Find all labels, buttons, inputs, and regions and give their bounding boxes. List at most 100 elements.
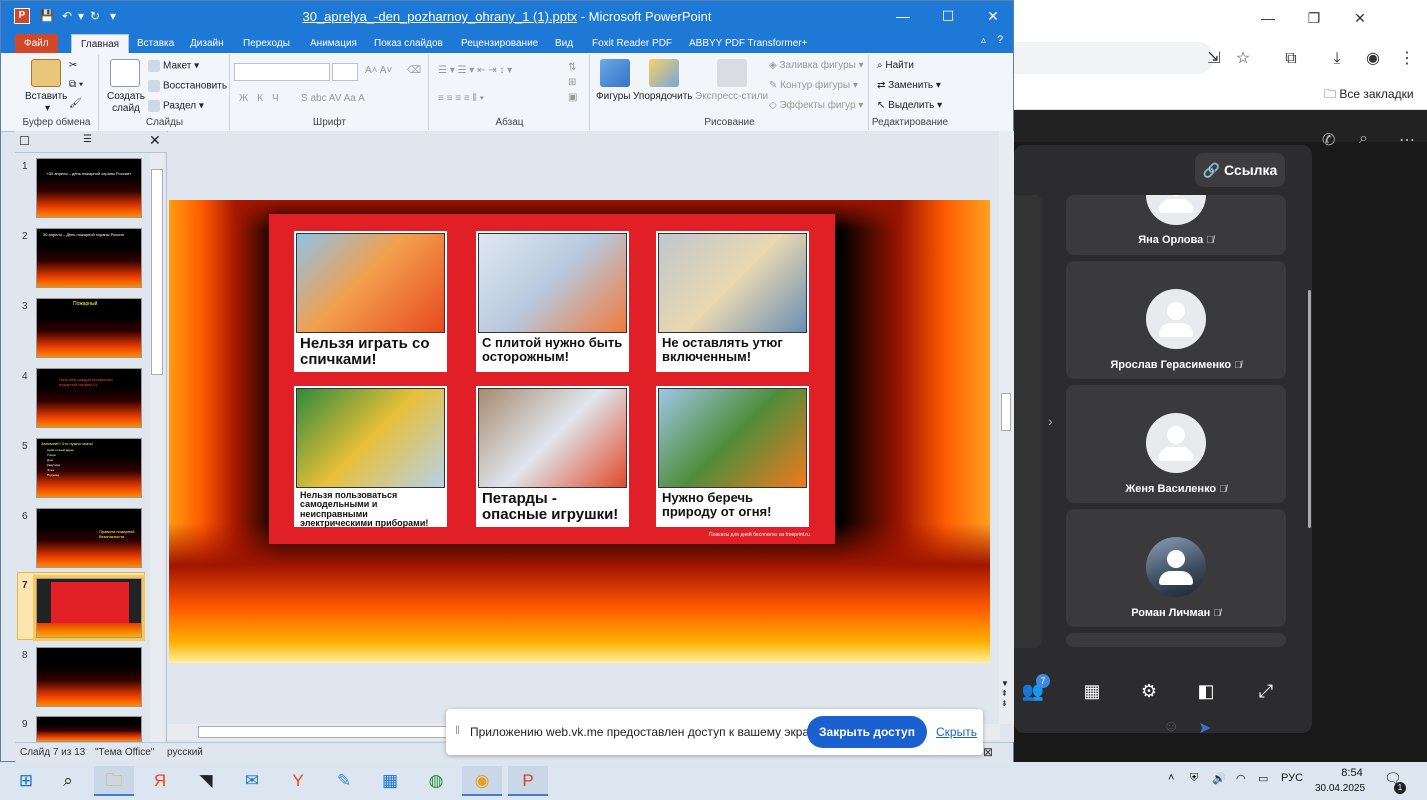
mail-icon[interactable]: ✉ [232,766,272,796]
participants-scrollbar[interactable] [1308,290,1311,528]
chrome-icon[interactable]: ◉ [462,766,502,796]
search-icon[interactable]: ⌕ [1359,130,1368,148]
slide-thumbnail-5[interactable]: Запомни!!! Что нужно знать! Свой точный … [36,438,142,498]
wifi-icon[interactable]: ◠ [1236,772,1246,785]
tab-slideshow[interactable]: Показ слайдов [365,34,452,53]
mail-app-icon[interactable]: ◥ [186,766,226,796]
select-button[interactable]: ↖ Выделить ▾ [877,100,942,111]
slide-thumbnail-7[interactable] [33,575,145,641]
chrome-close-button[interactable]: ✕ [1337,0,1383,36]
copy-icon[interactable]: ⧉ ▾ [69,79,83,90]
stop-sharing-button[interactable]: Закрыть доступ [807,716,927,748]
strikethrough-icon[interactable]: S abc AV Aa A [301,93,365,104]
slide-thumbnail-3[interactable]: Пожарный [36,298,142,358]
maps-icon[interactable]: ◍ [416,766,456,796]
tab-animation[interactable]: Анимация [301,34,366,53]
shapes-button[interactable]: Фигуры [596,91,630,102]
tab-design[interactable]: Дизайн [181,34,233,53]
layout-button[interactable]: Макет ▾ [148,60,199,72]
bullets-icon[interactable]: ☰ ▾ ☰ ▾ ⇤ ⇥ ↕ ▾ [438,65,512,76]
prev-next-slide-icons[interactable]: ▼ ⇞ ⇟ [1001,679,1009,709]
slide-thumbnail-1[interactable]: «30 апреля – день пожарной охраны России… [36,158,142,218]
scroll-thumb[interactable] [1001,393,1011,431]
participant-tile[interactable]: Ярослав Герасименко 🎙̸ [1066,261,1286,379]
align-icons[interactable]: ≡ ≡ ≡ ≡ ⫴ ▾ [438,93,484,104]
current-slide[interactable]: Нельзя играть со спичками! С плитой нужн… [169,200,990,663]
font-size-combo[interactable] [332,63,358,81]
help-icon[interactable]: ? [997,34,1003,46]
more-icon[interactable]: ⋯ [1399,130,1415,150]
new-slide-button[interactable]: Создать слайд [106,91,146,115]
chrome-minimize-button[interactable]: — [1245,0,1291,36]
clear-format-icon[interactable]: ⌫ [407,65,421,76]
shape-effects-button[interactable]: ◇ Эффекты фигур ▾ [769,100,863,111]
fullscreen-icon[interactable]: ⤢ [1253,678,1279,704]
shape-outline-button[interactable]: ✎ Контур фигуры ▾ [769,80,858,91]
bookmark-star-icon[interactable]: ☆ [1232,48,1254,70]
menu-icon[interactable]: ⋮ [1396,48,1418,70]
tab-review[interactable]: Рецензирование [452,34,547,53]
start-windows-icon[interactable]: ⊞ [6,766,46,796]
settings-gear-icon[interactable]: ⚙ [1136,678,1162,704]
scroll-thumb[interactable] [198,726,448,738]
section-button[interactable]: Раздел ▾ [148,100,204,112]
tab-abbyy[interactable]: ABBYY PDF Transformer+ [680,34,816,53]
send-icon[interactable]: ➤ [1198,718,1211,738]
chevron-right-icon[interactable]: › [1048,413,1053,429]
outline-tab-icon[interactable]: ☰ [83,134,92,145]
participant-tile[interactable]: Роман Личман 🎙̸ [1066,509,1286,627]
fit-to-window-icon[interactable]: ⊠ [983,745,993,759]
ppt-maximize-button[interactable]: ☐ [925,1,971,31]
drag-handle-icon[interactable]: ‖ [455,723,460,737]
cast-icon[interactable]: ⇲ [1203,48,1225,70]
reset-button[interactable]: Восстановить [148,80,227,92]
slide-thumbnail-6[interactable]: Правила пожарной безопасности [36,508,142,568]
slide-thumbnail-9[interactable] [36,716,142,742]
download-icon[interactable]: ⤓ [1326,48,1348,70]
tray-chevron-icon[interactable]: ˄ [1168,772,1174,784]
pip-icon[interactable]: ◧ [1193,678,1219,704]
grid-layout-icon[interactable]: ▦ [1079,678,1105,704]
status-theme[interactable]: "Тема Office" [95,747,154,758]
yandex-icon[interactable]: Я [140,766,180,796]
participant-tile[interactable]: Яна Орлова 🎙̸ [1066,195,1286,255]
slides-panel-scrollbar[interactable] [150,153,164,742]
slides-tab-icon[interactable] [20,136,29,145]
cut-icon[interactable]: ✂ [69,60,77,71]
tab-transitions[interactable]: Переходы [234,34,299,53]
copy-link-button[interactable]: 🔗 Ссылка [1195,153,1285,187]
file-explorer-icon[interactable]: 🗀 [94,766,134,796]
tab-insert[interactable]: Вставка [128,34,183,53]
quick-styles-button[interactable]: Экспресс-стили [695,91,768,102]
participant-tile[interactable] [1066,633,1286,647]
tab-foxit[interactable]: Foxit Reader PDF [583,34,681,53]
participant-tile[interactable]: Женя Василенко 🎙̸ [1066,385,1286,503]
editor-vertical-scrollbar[interactable]: ▼ ⇞ ⇟ [999,131,1014,724]
ppt-close-button[interactable]: ✕ [970,1,1016,31]
paint-icon[interactable]: ✎ [324,766,364,796]
slide-thumbnail-4[interactable]: Пять мер каждой профессии пожарной охран… [36,368,142,428]
tray-security-icon[interactable]: ⛨ [1190,772,1198,785]
input-language[interactable]: РУС [1281,772,1303,784]
profile-icon[interactable]: ◉ [1362,48,1384,70]
emoji-icon[interactable]: ☺ [1163,718,1179,736]
find-button[interactable]: ⌕ Найти [877,60,914,71]
tab-file[interactable]: Файл [15,34,58,53]
slide-thumbnail-2[interactable]: 30 апреля – День пожарной охраны России [36,228,142,288]
text-direction-icon[interactable]: ⇅ ⊞ ▣ [568,60,577,105]
search-icon[interactable]: ⌕ [48,766,88,796]
font-name-combo[interactable] [234,63,330,81]
clock-date[interactable]: 30.04.2025 [1312,783,1368,794]
shape-fill-button[interactable]: ◈ Заливка фигуры ▾ [769,60,864,71]
address-bar[interactable] [1014,42,1214,74]
paste-button[interactable]: Вставить [25,91,67,102]
powerpoint-taskbar-icon[interactable]: P [508,766,548,796]
chrome-maximize-button[interactable]: ❐ [1291,0,1337,36]
battery-icon[interactable]: ▭ [1258,772,1268,785]
all-bookmarks[interactable]: 🗀 Все закладки [1324,85,1414,106]
extensions-icon[interactable]: ⧉ [1280,48,1302,70]
font-format-buttons[interactable]: ЖКЧ [239,93,288,104]
replace-button[interactable]: ⇄ Заменить ▾ [877,80,941,91]
grow-font-icon[interactable]: A˄ A˅ [365,65,392,76]
status-language[interactable]: русский [167,747,203,758]
